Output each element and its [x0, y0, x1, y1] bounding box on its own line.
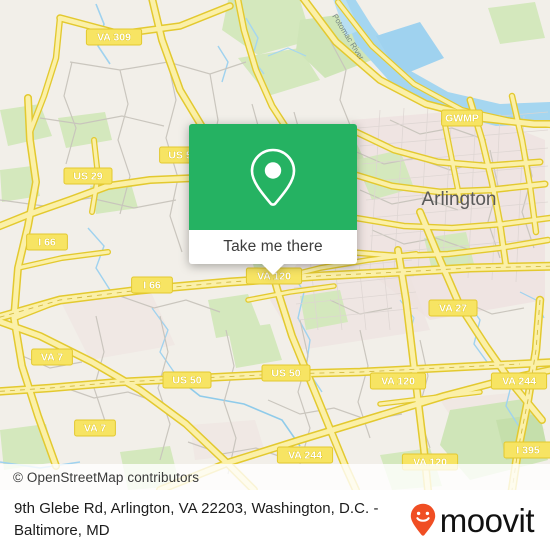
- callout-pointer-tail: [262, 264, 284, 275]
- road-shield-label: US 50: [271, 367, 300, 379]
- osm-attribution: © OpenStreetMap contributors: [0, 464, 550, 490]
- road-shield-label: VA 309: [97, 31, 131, 43]
- road-shield: I 66: [26, 233, 68, 251]
- road-shield: GWMP: [441, 109, 483, 127]
- road-shield: VA 244: [276, 446, 334, 464]
- road-shield: VA 244: [490, 372, 548, 390]
- address-caption: 9th Glebe Rd, Arlington, VA 22203, Washi…: [14, 500, 379, 539]
- moovit-smiling-pin-logo-icon: [410, 503, 435, 536]
- road-shield-label: GWMP: [445, 112, 479, 124]
- road-shield-label: I 66: [143, 279, 161, 291]
- map-screenshot: Potomac River Arlington VA 309 US 5 US 29 I…: [0, 0, 550, 550]
- road-shield-label: VA 27: [439, 302, 467, 314]
- road-shield-label: I 395: [516, 444, 540, 456]
- callout-icon-area: [189, 124, 357, 230]
- road-shield-label: US 29: [73, 170, 102, 182]
- road-shield-label: VA 244: [288, 449, 322, 461]
- map-pin-icon: [250, 148, 296, 206]
- road-shield-label: VA 7: [84, 422, 106, 434]
- osm-attribution-text: © OpenStreetMap contributors: [13, 469, 200, 485]
- moovit-wordmark: moovit: [439, 501, 535, 539]
- road-shield: US 50: [162, 371, 212, 389]
- footer-bar: 9th Glebe Rd, Arlington, VA 22203, Washi…: [0, 490, 550, 550]
- road-shield: US 50: [261, 364, 311, 382]
- road-shield-label: VA 7: [41, 351, 63, 363]
- road-shield-label: VA 244: [502, 375, 536, 387]
- road-shield: VA 7: [31, 348, 73, 366]
- moovit-logo: moovit: [410, 503, 538, 537]
- take-me-there-label: Take me there: [223, 238, 323, 255]
- road-shield-label: VA 120: [381, 375, 415, 387]
- city-label-arlington: Arlington: [422, 189, 497, 210]
- road-shield: I 395: [503, 441, 550, 459]
- road-shield: VA 309: [85, 28, 143, 46]
- take-me-there-callout[interactable]: Take me there: [189, 124, 357, 275]
- road-shield: VA 7: [74, 419, 116, 437]
- road-shield: VA 120: [369, 372, 427, 390]
- road-shield: VA 27: [428, 299, 478, 317]
- callout-action-label-wrap[interactable]: Take me there: [189, 230, 357, 264]
- road-shield-label: US 50: [172, 374, 201, 386]
- road-shield-label: I 66: [38, 236, 56, 248]
- road-shield: I 66: [131, 276, 173, 294]
- road-shield: US 29: [63, 167, 113, 185]
